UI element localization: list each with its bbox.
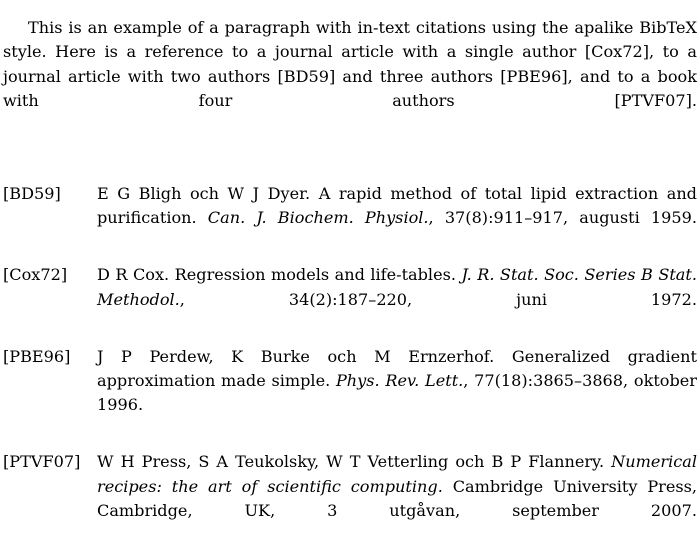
entry-authors: W H Press, S A Teukolsky, W T Vetterling… [97, 452, 605, 472]
bibliography-entry: [Cox72] D R Cox. Regression models and l… [3, 263, 697, 336]
citation-label: [Cox72] [3, 265, 68, 285]
citation-label: [BD59] [3, 184, 61, 203]
entry-details: , 34(2):187–220, juni 1972. [179, 289, 697, 309]
intro-paragraph: This is an example of a paragraph with i… [3, 18, 697, 110]
entry-authors: D R Cox. [97, 265, 170, 285]
entry-title: Regression models and life-tables. [174, 265, 456, 285]
bibliography-entry-text: W H Press, S A Teukolsky, W T Vetterling… [97, 450, 697, 547]
entry-details: , 37(8):911–917, augusti 1959. [428, 208, 697, 228]
bibliography-entry: [PBE96] J P Perdew, K Burke och M Ernzer… [3, 345, 697, 442]
bibliography-entry: [PTVF07] W H Press, S A Teukolsky, W T V… [3, 450, 697, 547]
entry-authors: E G Bligh och W J Dyer. [97, 184, 311, 203]
entry-authors: J P Perdew, K Burke och M Ernzerhof. [97, 346, 495, 366]
entry-journal: Can. J. Biochem. Physiol. [207, 208, 429, 228]
citation-label: [PTVF07] [3, 452, 81, 472]
bibliography-entry-text: D R Cox. Regression models and life-tabl… [97, 263, 697, 336]
bibliography-list: [BD59] E G Bligh och W J Dyer. A rapid m… [3, 182, 697, 548]
bibliography-entry: [BD59] E G Bligh och W J Dyer. A rapid m… [3, 182, 697, 255]
citation-label: [PBE96] [3, 346, 71, 366]
bibliography-entry-text: E G Bligh och W J Dyer. A rapid method o… [97, 182, 697, 255]
document-page: This is an example of a paragraph with i… [0, 0, 700, 520]
entry-journal: Phys. Rev. Lett. [335, 371, 464, 391]
bibliography-entry-text: J P Perdew, K Burke och M Ernzerhof. Gen… [97, 345, 697, 442]
